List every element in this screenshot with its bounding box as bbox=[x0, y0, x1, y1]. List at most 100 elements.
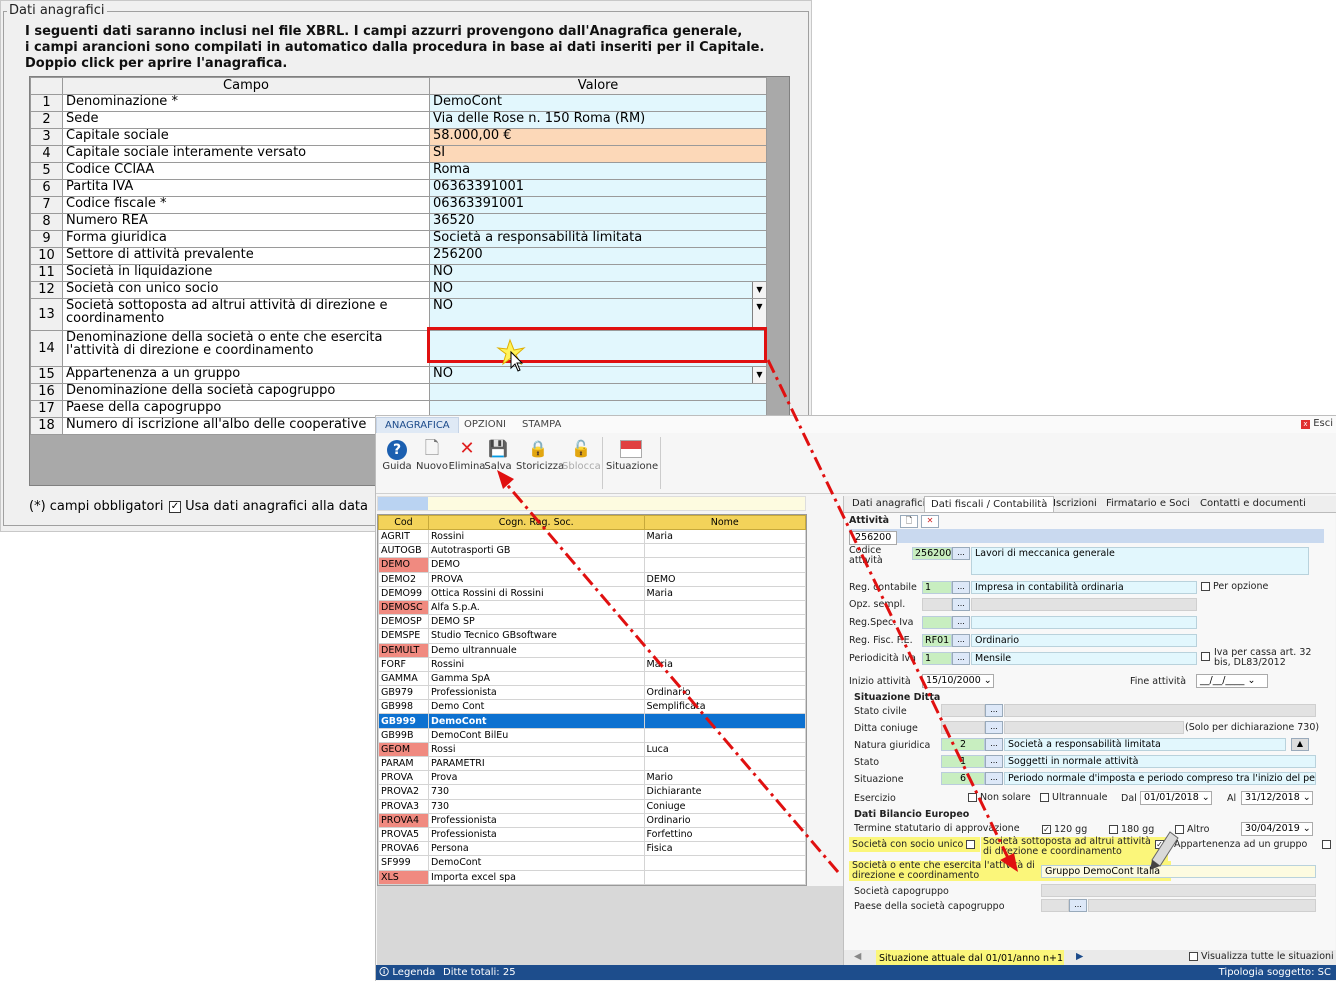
opz-sempl-code[interactable] bbox=[922, 598, 952, 611]
tab-iscrizioni[interactable]: Iscrizioni bbox=[1047, 496, 1103, 512]
tab-opzioni[interactable]: OPZIONI bbox=[456, 417, 514, 433]
list-row[interactable]: PROVA Prova Mario bbox=[378, 770, 806, 786]
stato-civile-lookup[interactable]: ... bbox=[985, 704, 1003, 717]
reg-spec-lookup[interactable]: ... bbox=[952, 616, 970, 629]
list-row[interactable]: SF999 DemoCont bbox=[378, 855, 806, 871]
natura-edit-icon[interactable]: ▲ bbox=[1291, 738, 1309, 751]
sottoposta-checkbox[interactable]: ✓ bbox=[1155, 839, 1164, 850]
inizio-attivita-date[interactable]: 15/10/2000 ⌄ bbox=[922, 674, 994, 688]
checkbox-icon[interactable] bbox=[1109, 825, 1118, 834]
nome-header[interactable]: Nome bbox=[643, 515, 806, 530]
next-arrow-icon[interactable]: ▶ bbox=[1076, 951, 1083, 962]
valore-cell[interactable]: DemoCont bbox=[429, 94, 767, 112]
valore-cell[interactable]: 256200 bbox=[429, 247, 767, 265]
valore-cell[interactable]: NO ▼ bbox=[429, 281, 767, 299]
list-row[interactable]: GB998 Demo Cont Semplificata bbox=[378, 699, 806, 715]
natura-lookup[interactable]: ... bbox=[985, 738, 1003, 751]
table-row[interactable]: 4 Capitale sociale interamente versato SI bbox=[30, 145, 767, 163]
search-cod-field[interactable] bbox=[378, 497, 428, 510]
list-row[interactable]: GAMMA Gamma SpA bbox=[378, 670, 806, 687]
checkbox-icon[interactable] bbox=[1189, 952, 1198, 961]
valore-cell[interactable]: 58.000,00 € bbox=[429, 128, 767, 146]
ditta-coniuge-lookup[interactable]: ... bbox=[985, 721, 1003, 734]
tab-contatti-documenti[interactable]: Contatti e documenti bbox=[1194, 496, 1312, 512]
list-row[interactable]: DEMO99 Ottica Rossini di Rossini Maria bbox=[378, 585, 806, 601]
list-row[interactable]: PROVA6 Persona Fisica bbox=[378, 841, 806, 857]
list-row[interactable]: FORF Rossini Maria bbox=[378, 656, 806, 672]
sblocca-button[interactable]: 🔓 Sblocca bbox=[562, 437, 601, 472]
list-row[interactable]: PROVA5 Professionista Forfettino bbox=[378, 826, 806, 843]
activity-tab-256200[interactable]: 256200 bbox=[849, 531, 898, 545]
list-row[interactable]: GB999 DemoCont bbox=[378, 713, 806, 729]
stato-civile-code[interactable] bbox=[941, 704, 985, 717]
delete-activity-icon[interactable]: ✕ bbox=[921, 515, 939, 528]
dropdown-arrow-icon[interactable]: ▼ bbox=[752, 282, 766, 298]
g120-checkbox[interactable]: ✓ 120 gg bbox=[1042, 824, 1087, 835]
tab-stampa[interactable]: STAMPA bbox=[514, 417, 569, 433]
storicizza-button[interactable]: 🔒 Storicizza bbox=[516, 437, 564, 472]
table-row[interactable]: 9 Forma giuridica Società a responsabilità… bbox=[30, 230, 767, 248]
tab-anagrafica[interactable]: ANAGRAFICA bbox=[376, 417, 459, 433]
table-row[interactable]: 16 Denominazione della società capogruppo bbox=[30, 383, 767, 401]
checkbox-icon[interactable] bbox=[1201, 652, 1210, 661]
visualizza-tutte-checkbox[interactable]: Visualizza tutte le situazioni bbox=[1189, 951, 1334, 962]
situazione-lookup[interactable]: ... bbox=[985, 772, 1003, 785]
checkbox-icon[interactable] bbox=[1201, 582, 1210, 591]
valore-cell[interactable]: SI bbox=[429, 145, 767, 163]
reg-spec-iva-code[interactable] bbox=[922, 616, 952, 629]
list-row[interactable]: PROVA3 730 Coniuge bbox=[378, 798, 806, 814]
legenda-button[interactable]: 🛈 Legenda bbox=[379, 965, 435, 980]
list-row[interactable]: AGRIT Rossini Maria bbox=[378, 528, 806, 545]
codice-attivita-code[interactable]: 256200 bbox=[912, 547, 952, 560]
table-row[interactable]: 6 Partita IVA 06363391001 bbox=[30, 179, 767, 197]
list-row[interactable]: PROVA2 730 Dichiarante bbox=[378, 784, 806, 800]
termine-date[interactable]: 30/04/2019 ⌄ bbox=[1241, 822, 1313, 836]
list-row[interactable]: DEMULT Demo ultrannuale bbox=[378, 642, 806, 658]
table-row[interactable]: 3 Capitale sociale 58.000,00 € bbox=[30, 128, 767, 146]
valore-cell[interactable]: Roma bbox=[429, 162, 767, 180]
tab-firmatario-soci[interactable]: Firmatario e Soci bbox=[1100, 496, 1196, 512]
iva-cassa-checkbox[interactable]: Iva per cassa art. 32 bis, DL83/2012 bbox=[1201, 648, 1326, 668]
cogn-header[interactable]: Cogn. Rag. Soc. bbox=[427, 515, 645, 530]
valore-cell[interactable]: NO ▼ bbox=[429, 366, 767, 384]
list-row[interactable]: PROVA4 Professionista Ordinario bbox=[378, 812, 806, 828]
valore-cell[interactable]: NO bbox=[429, 264, 767, 282]
situazione-button[interactable]: Situazione bbox=[606, 437, 658, 472]
list-row[interactable]: GB979 Professionista Ordinario bbox=[378, 685, 806, 701]
tab-dati-anagrafici[interactable]: Dati anagrafici bbox=[846, 496, 931, 512]
periodicita-lookup[interactable]: ... bbox=[952, 652, 970, 665]
list-row[interactable]: AUTOGB Autotrasporti GB bbox=[378, 543, 806, 559]
valore-cell[interactable]: Società a responsabilità limitata bbox=[429, 230, 767, 248]
altro-checkbox[interactable]: Altro bbox=[1175, 824, 1209, 835]
natura-giuridica-code[interactable]: 2 bbox=[941, 738, 985, 751]
list-row[interactable]: DEMO2 PROVA DEMO bbox=[378, 571, 806, 587]
list-row[interactable]: DEMSPE Studio Tecnico GBsoftware bbox=[378, 628, 806, 644]
valore-cell[interactable]: 36520 bbox=[429, 213, 767, 231]
list-row[interactable]: PARAM PARAMETRI bbox=[378, 755, 806, 772]
list-row[interactable]: DEMOSC Alfa S.p.A. bbox=[378, 599, 806, 616]
checkbox-checked-icon[interactable]: ✓ bbox=[1155, 840, 1164, 849]
capogruppo-field[interactable] bbox=[1041, 884, 1316, 897]
situazione-code[interactable]: 6 bbox=[941, 772, 985, 785]
ditte-list[interactable]: Cod Cogn. Rag. Soc. Nome AGRIT Rossini Mar… bbox=[377, 514, 807, 886]
checkbox-checked-icon[interactable]: ✓ bbox=[1042, 825, 1051, 834]
socio-unico-checkbox[interactable]: Società con socio unico bbox=[852, 839, 976, 850]
paese-lookup[interactable]: ... bbox=[1069, 899, 1087, 912]
list-row[interactable]: GEOM Rossi Luca bbox=[378, 741, 806, 758]
reg-fisc-fe-code[interactable]: RF01 bbox=[922, 634, 952, 647]
opz-sempl-lookup[interactable]: ... bbox=[952, 598, 970, 611]
usa-dati-checkbox[interactable]: ✓ Usa dati anagrafici alla data bbox=[169, 499, 368, 514]
guida-button[interactable]: ? Guida bbox=[378, 437, 416, 472]
checkbox-icon[interactable] bbox=[968, 793, 977, 802]
non-solare-checkbox[interactable]: Non solare bbox=[968, 792, 1031, 803]
ditta-coniuge-code[interactable] bbox=[941, 721, 985, 734]
checkbox-icon[interactable] bbox=[966, 840, 976, 849]
checkbox-icon[interactable] bbox=[1322, 840, 1332, 849]
salva-button[interactable]: 💾 Salva bbox=[479, 437, 517, 472]
table-row[interactable]: 8 Numero REA 36520 bbox=[30, 213, 767, 231]
appartenenza-gruppo[interactable]: Appartenenza ad un gruppo bbox=[1174, 839, 1332, 850]
paese-code[interactable] bbox=[1041, 899, 1069, 912]
reg-fisc-lookup[interactable]: ... bbox=[952, 634, 970, 647]
situazione-attuale-selector[interactable]: Situazione attuale dal 01/01/anno n+1 ⌄ bbox=[876, 950, 1064, 980]
cod-header[interactable]: Cod bbox=[378, 515, 429, 530]
